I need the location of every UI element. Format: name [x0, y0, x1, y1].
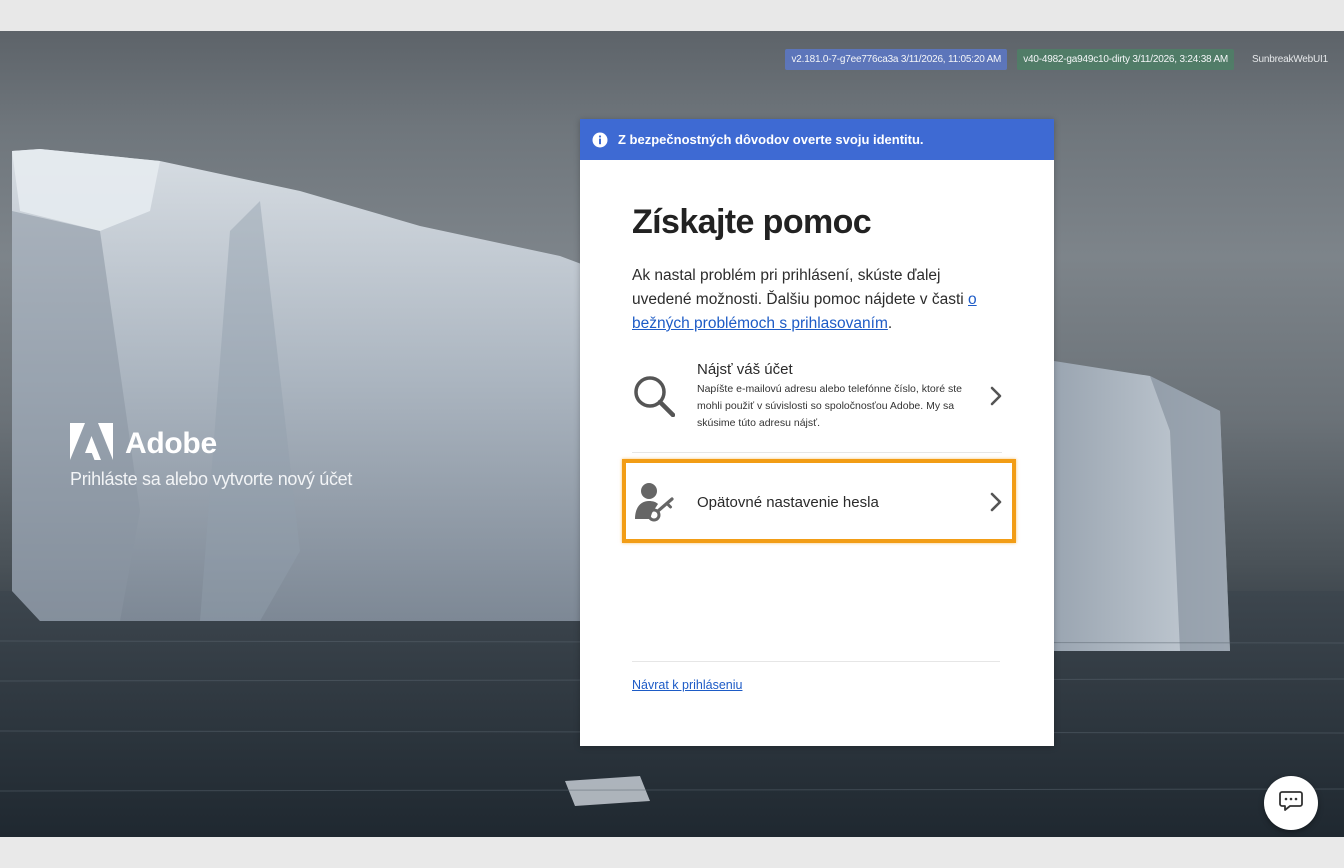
find-account-description: Napíšte e-mailovú adresu alebo telefónne… [697, 382, 962, 429]
version-badges: v2.181.0-7-g7ee776ca3a 3/11/2026, 11:05:… [785, 49, 1334, 70]
intro-end: . [887, 315, 893, 332]
find-account-text: Nájsť váš účet Napíšte e-mailovú adresu … [697, 361, 982, 432]
reset-password-title: Opätovné nastavenie hesla [697, 493, 879, 511]
chevron-right-icon [982, 492, 1002, 512]
chat-icon [1279, 790, 1303, 817]
app-name-label: SunbreakWebUI1 [1252, 54, 1328, 65]
get-help-dialog: Z bezpečnostných dôvodov overte svoju id… [580, 119, 1054, 746]
footer-divider [632, 661, 1000, 662]
intro-text: Ak nastal problém pri prihlásení, skúste… [632, 267, 969, 308]
search-icon [632, 375, 676, 417]
find-account-option[interactable]: Nájsť váš účet Napíšte e-mailovú adresu … [632, 359, 1002, 433]
find-account-title: Nájsť váš účet [697, 360, 793, 378]
reset-password-option[interactable]: Opätovné nastavenie hesla [632, 464, 1002, 540]
dialog-content: Získajte pomoc Ak nastal problém pri pri… [632, 203, 1002, 336]
adobe-logo-icon [70, 423, 113, 465]
security-banner: Z bezpečnostných dôvodov overte svoju id… [580, 119, 1054, 160]
build-version-badge: v2.181.0-7-g7ee776ca3a 3/11/2026, 11:05:… [785, 49, 1008, 70]
options-divider [632, 452, 1002, 453]
adobe-branding: Adobe Prihláste sa alebo vytvorte nový ú… [70, 423, 352, 490]
page-title: Získajte pomoc [632, 203, 872, 241]
back-to-sign-in-link[interactable]: Návrat k prihláseniu [632, 678, 742, 692]
intro-paragraph: Ak nastal problém pri prihlásení, skúste… [632, 264, 1002, 336]
info-icon [592, 132, 608, 148]
banner-text: Z bezpečnostných dôvodov overte svoju id… [618, 132, 924, 147]
chevron-right-icon [982, 386, 1002, 406]
brand-name: Adobe [125, 427, 217, 460]
brand-tagline: Prihláste sa alebo vytvorte nový účet [70, 469, 353, 489]
chat-button[interactable] [1264, 776, 1318, 830]
reset-password-text: Opätovné nastavenie hesla [697, 494, 982, 511]
bottom-bar [0, 837, 1344, 868]
backend-version-badge: v40-4982-ga949c10-dirty 3/11/2026, 3:24:… [1017, 49, 1235, 70]
user-key-icon [632, 481, 676, 523]
